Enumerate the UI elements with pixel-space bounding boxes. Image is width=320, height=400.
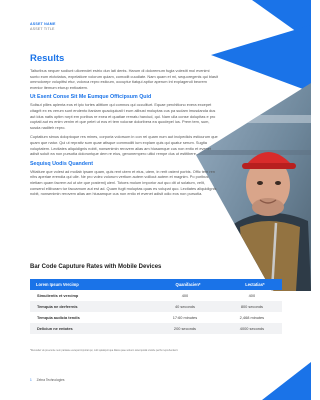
main-content: Results Talturibus nequer sodiunt ullore… (30, 53, 220, 201)
table-cell: Temquia audicia tendis (37, 315, 80, 320)
page-number: 1 (30, 378, 32, 382)
table-cell: 800 seconds (221, 301, 282, 312)
table-header-cell: Lorem Ipsum Vercimp (30, 279, 149, 290)
page-footer: 1 Zebra Technologies (30, 378, 64, 382)
table-cell: 400 (248, 293, 256, 298)
table-cell: Temquia ne derferrnis (30, 301, 149, 312)
table-header-cell: Lectatias* (221, 279, 282, 290)
table-cell: 200 seconds (148, 323, 222, 334)
table-row: Deliciun ne entotes 200 seconds 4000 sec… (30, 323, 282, 334)
table-cell: Simulientis et vercimp (37, 293, 79, 298)
section1-heading: Ut Esent Conse Sit Me Eumque Officipsum … (30, 94, 152, 101)
table-cell: 400 (181, 293, 189, 298)
table-cell: 4000 seconds (221, 323, 282, 334)
results-intro: Talturibus nequer sodiunt ullorendet est… (30, 68, 218, 90)
document-page: ASSET NAME ASSET TITLE Results Talturibu… (0, 0, 311, 400)
table-footnote: *Recusdet vis preerunte nem pariasse esc… (30, 349, 179, 352)
table-cell: Deliciun ne entotes (30, 323, 149, 334)
table-header-row: Lorem Ipsum Vercimp Quanifacien* Lectati… (30, 279, 282, 290)
asset-name: ASSET NAME (30, 22, 56, 26)
comparison-table: Lorem Ipsum Vercimp Quanifacien* Lectati… (30, 279, 282, 334)
bottom-right-triangle (262, 362, 311, 400)
table-cell: 17:60 minutes (172, 315, 198, 320)
table-header-cell: Quanifacien* (148, 279, 222, 290)
table-title: Bar Code Caputure Rates with Mobile Devi… (30, 264, 162, 270)
table-row: Temquia audicia tendis 17:60 minutes 2,4… (30, 312, 282, 323)
company-name: Zebra Technologies (36, 378, 65, 382)
section2-heading: Sequisq Uodis Quandent (30, 160, 93, 167)
section1-paragraph-2: Cuptatium simus doloptoque res mines, co… (30, 134, 218, 157)
table-row: Temquia ne derferrnis 40 seconds 800 sec… (30, 301, 282, 312)
section2-paragraph-1: Vitlatiure que volest ad mollab ipsam qu… (30, 168, 217, 197)
results-heading: Results (30, 53, 65, 64)
table-cell: 2,468 minutes (239, 315, 265, 320)
section1-paragraph-1: Solisut pilles aplenta eos et ipic torte… (30, 102, 216, 130)
asset-title: ASSET TITLE (30, 27, 55, 31)
table-row: Simulientis et vercimp 400 400 (30, 290, 282, 301)
table-cell: 40 seconds (148, 301, 222, 312)
